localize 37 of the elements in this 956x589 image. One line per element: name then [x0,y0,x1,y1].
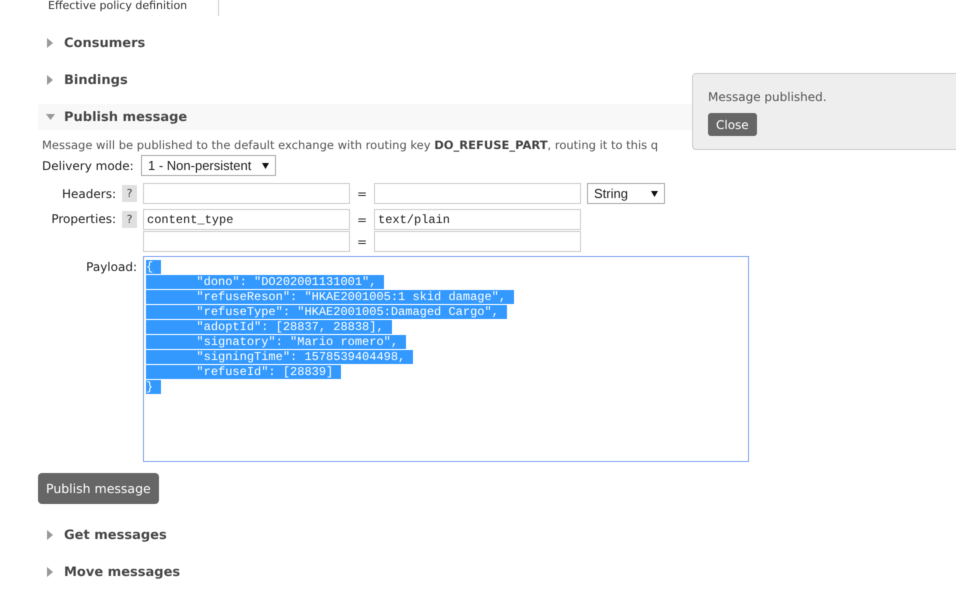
field-label: Headers: [61,186,116,200]
property-key-field[interactable] [143,231,350,252]
equals-sign: = [356,234,368,248]
section-header[interactable]: Consumers [38,30,956,56]
section-title: Move messages [64,564,180,580]
dropdown-arrow-icon [262,162,269,168]
equals-sign: = [356,212,368,226]
caret-right-icon [46,530,55,540]
property-value-field[interactable] [374,231,581,252]
header-value-field[interactable] [374,183,581,204]
caret-down-icon [46,112,55,122]
notification-message: Message published. [708,90,828,104]
dropdown-arrow-icon [651,190,658,196]
section-title: Consumers [64,36,146,50]
publish-message-button[interactable]: Publish message [38,473,159,504]
header-key-field[interactable] [143,183,350,204]
property-value-field[interactable]: text/plain [374,209,581,230]
section-title: Get messages [64,528,167,542]
section-title: Publish message [64,110,188,124]
property-key-field[interactable]: content_type [143,209,350,230]
help-button[interactable]: ? [122,185,137,202]
field-label: Payload: [85,260,137,274]
delivery-mode-select[interactable]: 1 - Non-persistent [141,155,276,176]
equals-sign: = [356,186,368,200]
section-header[interactable]: Move messages [38,559,956,585]
field-label: Delivery mode: [41,158,135,172]
caret-right-icon [46,567,55,577]
section-title: Bindings [64,72,128,88]
routing-description: Message will be published to the default exchange with routing key DO_REFUSE_PART, routing it to this q [41,137,660,152]
caret-right-icon [46,75,55,85]
header-type-select[interactable]: String [587,183,665,204]
close-button[interactable]: Close [708,113,757,136]
section-header[interactable]: Get messages [38,522,956,548]
help-button[interactable]: ? [122,211,137,228]
caret-right-icon [46,38,55,48]
tab-label[interactable]: Effective policy definition [38,0,219,16]
field-label: Properties: [50,212,116,226]
